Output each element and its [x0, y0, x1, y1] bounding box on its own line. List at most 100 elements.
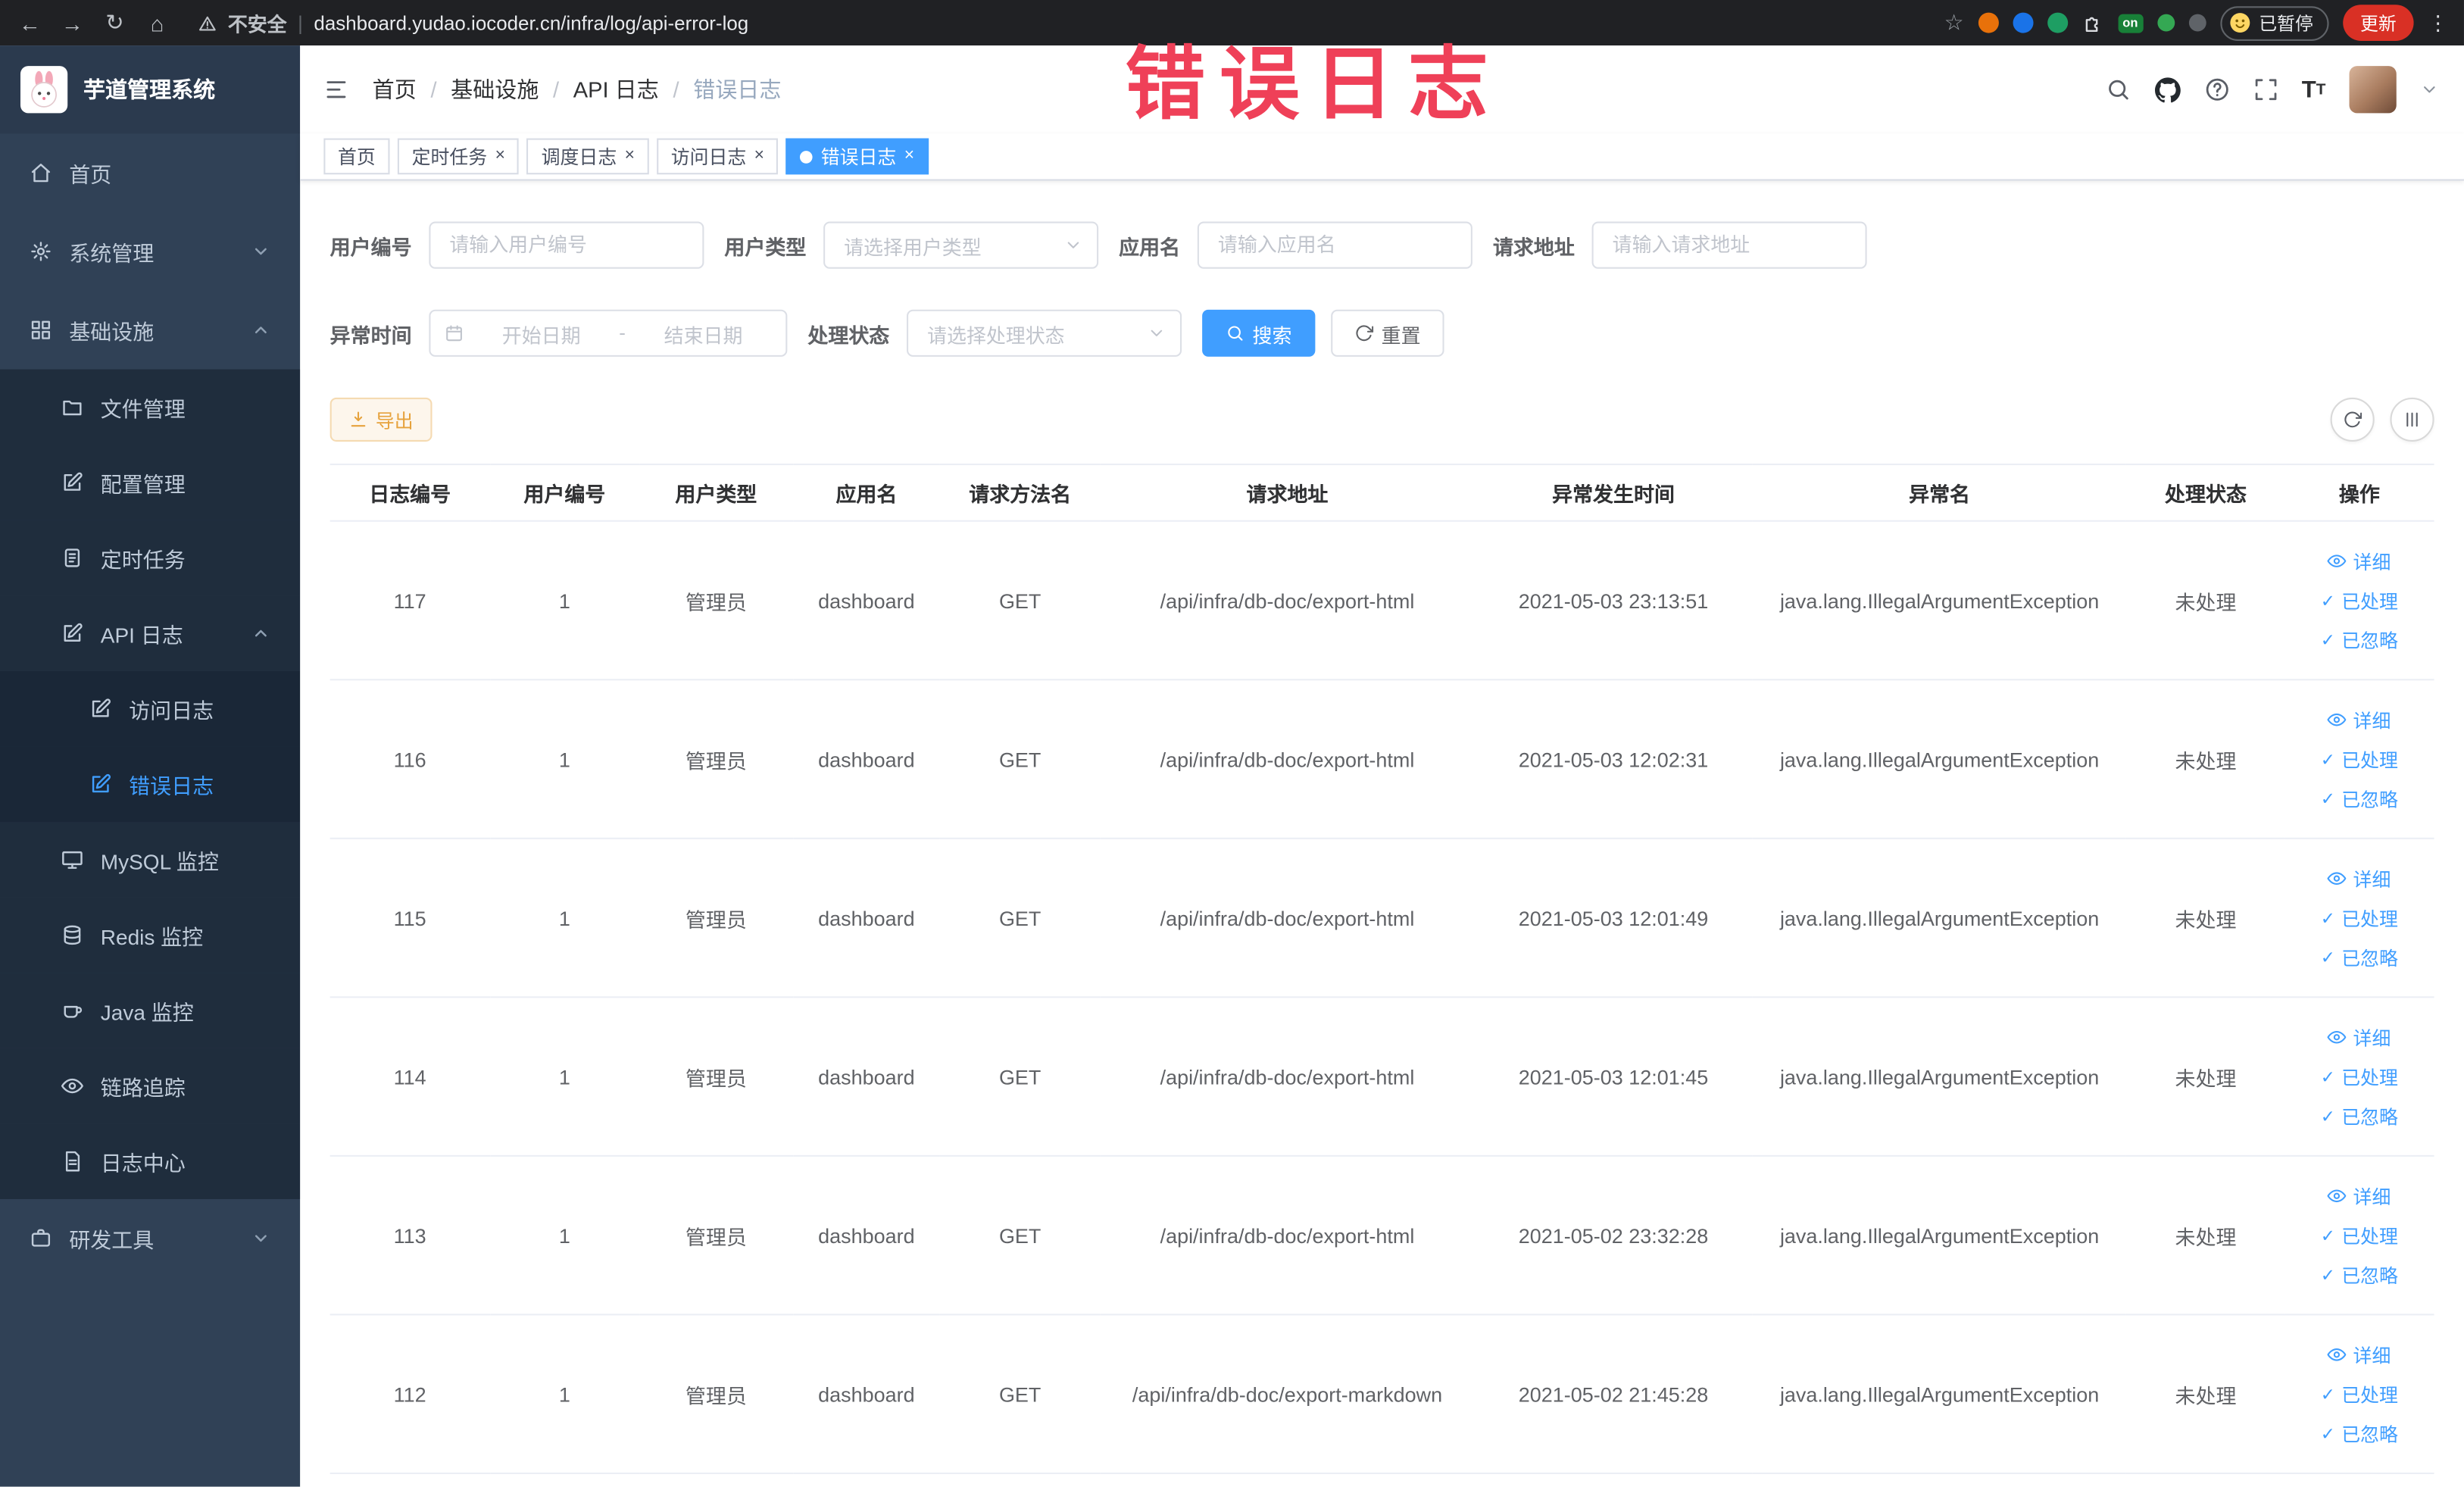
- exception-time-range-picker[interactable]: 开始日期 - 结束日期: [429, 309, 788, 357]
- sidebar-item-system[interactable]: 系统管理: [0, 212, 300, 291]
- detail-link[interactable]: 详细: [2284, 859, 2434, 898]
- user-type-select[interactable]: 请选择用户类型: [823, 221, 1099, 269]
- breadcrumb-item[interactable]: API 日志: [573, 74, 659, 105]
- search-icon[interactable]: [2105, 77, 2130, 102]
- mark-processed-link[interactable]: ✓ 已处理: [2284, 581, 2434, 620]
- detail-link[interactable]: 详细: [2284, 1017, 2434, 1057]
- mark-processed-link[interactable]: ✓ 已处理: [2284, 1216, 2434, 1255]
- user-avatar[interactable]: [2349, 66, 2397, 114]
- tab-home[interactable]: 首页: [323, 138, 390, 175]
- process-status-select[interactable]: 请选择处理状态: [907, 309, 1182, 357]
- mark-ignored-link[interactable]: ✓ 已忽略: [2284, 779, 2434, 818]
- sidebar-item-mysql-monitor[interactable]: MySQL 监控: [0, 822, 301, 898]
- cell-app-name: dashboard: [792, 1314, 941, 1474]
- help-icon[interactable]: [2204, 77, 2229, 102]
- sidebar-item-dev-tools[interactable]: 研发工具: [0, 1199, 300, 1278]
- extension-icon[interactable]: [2047, 12, 2068, 33]
- clipboard-icon: [64, 548, 80, 567]
- font-size-icon[interactable]: TT: [2302, 77, 2326, 103]
- sidebar-item-scheduled-task[interactable]: 定时任务: [0, 520, 301, 596]
- check-icon: ✓: [2320, 909, 2335, 929]
- address-bar[interactable]: 不安全 | dashboard.yudao.iocoder.cn/infra/l…: [198, 8, 1930, 37]
- fullscreen-icon[interactable]: [2253, 77, 2278, 102]
- sidebar-item-label: 配置管理: [100, 473, 186, 497]
- eye-icon: [61, 1078, 83, 1094]
- mark-ignored-link[interactable]: ✓ 已忽略: [2284, 1096, 2434, 1136]
- back-icon[interactable]: ←: [16, 10, 44, 35]
- tab-access-log[interactable]: 访问日志 ×: [657, 138, 779, 175]
- tab-label: 首页: [338, 145, 376, 168]
- breadcrumb-item[interactable]: 首页: [373, 74, 417, 105]
- sidebar-item-label: 定时任务: [100, 548, 186, 573]
- sidebar-item-home[interactable]: 首页: [0, 133, 300, 212]
- sidebar-item-trace[interactable]: 链路追踪: [0, 1048, 301, 1124]
- request-url-input[interactable]: [1591, 221, 1867, 269]
- extension-icon[interactable]: [2188, 14, 2206, 32]
- sidebar-item-file-manage[interactable]: 文件管理: [0, 369, 301, 445]
- sidebar-item-label: 文件管理: [100, 397, 186, 421]
- tab-error-log[interactable]: 错误日志 ×: [786, 138, 929, 175]
- close-icon[interactable]: ×: [904, 147, 914, 165]
- sidebar-item-api-log[interactable]: API 日志: [0, 595, 301, 671]
- tab-scheduled-task[interactable]: 定时任务 ×: [397, 138, 520, 175]
- sidebar-item-java-monitor[interactable]: Java 监控: [0, 973, 301, 1048]
- sidebar-item-label: Redis 监控: [100, 925, 204, 950]
- ignored-link-label: 已忽略: [2341, 1105, 2398, 1128]
- security-label[interactable]: 不安全: [228, 8, 287, 37]
- cell-user-type: 管理员: [639, 997, 793, 1157]
- detail-link[interactable]: 详细: [2284, 1176, 2434, 1216]
- edit-square-icon: [92, 698, 111, 717]
- logo[interactable]: 芋道管理系统: [0, 45, 301, 134]
- extension-icon[interactable]: [1978, 12, 1999, 33]
- forward-icon[interactable]: →: [58, 10, 86, 35]
- browser-home-icon[interactable]: ⌂: [143, 10, 171, 35]
- mark-ignored-link[interactable]: ✓ 已忽略: [2284, 1414, 2434, 1453]
- mark-processed-link[interactable]: ✓ 已处理: [2284, 1374, 2434, 1414]
- detail-link[interactable]: 详细: [2284, 700, 2434, 739]
- sidebar-item-infrastructure[interactable]: 基础设施: [0, 291, 300, 370]
- extension-on-badge[interactable]: on: [2117, 13, 2143, 33]
- close-icon[interactable]: ×: [495, 147, 505, 165]
- sidebar-item-log-center[interactable]: 日志中心: [0, 1123, 301, 1199]
- search-button[interactable]: 搜索: [1202, 309, 1316, 357]
- user-id-input[interactable]: [429, 221, 704, 269]
- cell-app-name: dashboard: [792, 520, 941, 681]
- browser-menu-icon[interactable]: ⋮: [2428, 10, 2448, 35]
- sidebar-item-config-manage[interactable]: 配置管理: [0, 445, 301, 520]
- close-icon[interactable]: ×: [625, 147, 635, 165]
- column-header: 用户编号: [489, 464, 639, 522]
- extension-icon[interactable]: [2012, 12, 2033, 33]
- tab-dispatch-log[interactable]: 调度日志 ×: [526, 138, 649, 175]
- mark-ignored-link[interactable]: ✓ 已忽略: [2284, 937, 2434, 976]
- puzzle-icon[interactable]: [2081, 12, 2103, 34]
- mark-ignored-link[interactable]: ✓ 已忽略: [2284, 1255, 2434, 1295]
- extension-icon[interactable]: [2156, 14, 2175, 32]
- mark-ignored-link[interactable]: ✓ 已忽略: [2284, 620, 2434, 659]
- column-setting-button[interactable]: [2390, 397, 2434, 442]
- url-text[interactable]: dashboard.yudao.iocoder.cn/infra/log/api…: [314, 12, 748, 34]
- bookmark-star-icon[interactable]: ☆: [1944, 9, 1964, 36]
- calendar-icon: [446, 325, 462, 342]
- reset-button[interactable]: 重置: [1331, 309, 1444, 357]
- github-icon[interactable]: [2154, 77, 2181, 103]
- sidebar-item-redis-monitor[interactable]: Redis 监控: [0, 897, 301, 973]
- reload-icon[interactable]: ↻: [101, 9, 129, 36]
- mark-processed-link[interactable]: ✓ 已处理: [2284, 1057, 2434, 1096]
- sidebar-item-error-log[interactable]: 错误日志: [0, 746, 301, 823]
- avatar-caret-icon[interactable]: [2420, 80, 2439, 99]
- breadcrumb-item[interactable]: 基础设施: [451, 74, 539, 105]
- close-icon[interactable]: ×: [754, 147, 764, 165]
- app-name-input[interactable]: [1197, 221, 1472, 269]
- sidebar-item-access-log[interactable]: 访问日志: [0, 670, 301, 747]
- mark-processed-link[interactable]: ✓ 已处理: [2284, 739, 2434, 779]
- update-button[interactable]: 更新: [2343, 5, 2414, 41]
- refresh-button[interactable]: [2330, 397, 2375, 442]
- ignored-link-label: 已忽略: [2341, 788, 2398, 811]
- profile-paused-chip[interactable]: 已暂停: [2219, 5, 2329, 40]
- mark-processed-link[interactable]: ✓ 已处理: [2284, 898, 2434, 938]
- export-button[interactable]: 导出: [329, 397, 433, 442]
- detail-link[interactable]: 详细: [2284, 1335, 2434, 1374]
- hamburger-icon[interactable]: [300, 77, 372, 102]
- detail-link[interactable]: 详细: [2284, 542, 2434, 581]
- cell-app-name: dashboard: [792, 679, 941, 839]
